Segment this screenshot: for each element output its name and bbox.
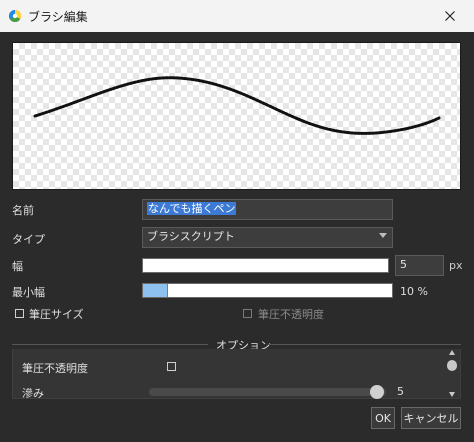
bleed-value: 5 [397, 385, 404, 398]
scroll-down-icon[interactable] [449, 392, 455, 397]
bleed-label: 滲み [22, 387, 44, 400]
type-label: タイプ [12, 233, 45, 246]
ok-button[interactable]: OK [371, 407, 395, 429]
pressure-opacity-checkbox-disabled [243, 309, 252, 318]
scroll-up-icon[interactable] [449, 350, 455, 355]
type-select[interactable]: ブラシスクリプト [142, 227, 393, 248]
min-width-value: 10 % [400, 285, 428, 298]
options-divider-left [12, 344, 208, 345]
width-value: 5 [400, 258, 407, 271]
title-bar: ブラシ編集 [0, 0, 474, 32]
width-unit: px [449, 259, 463, 272]
min-width-label: 最小幅 [12, 286, 45, 299]
chevron-down-icon[interactable] [379, 233, 387, 238]
brush-preview [12, 42, 461, 190]
color-wheel-icon [8, 9, 22, 23]
options-divider-right [268, 344, 461, 345]
option-pressure-opacity-label: 筆圧不透明度 [22, 362, 88, 375]
width-slider[interactable] [142, 258, 389, 273]
width-label: 幅 [12, 260, 23, 273]
pressure-size-checkbox[interactable] [15, 309, 24, 318]
min-width-slider[interactable] [142, 283, 393, 298]
min-width-fill [143, 284, 168, 297]
close-button[interactable] [426, 0, 474, 32]
pressure-size-label[interactable]: 筆圧サイズ [29, 306, 84, 322]
brush-stroke [33, 76, 441, 135]
close-icon [445, 11, 455, 21]
pressure-opacity-label-disabled: 筆圧不透明度 [258, 308, 324, 321]
type-select-value: ブラシスクリプト [147, 230, 235, 243]
name-input-value: なんでも描くペン [147, 202, 237, 215]
width-spinbox[interactable]: 5 [395, 255, 444, 276]
cancel-button[interactable]: キャンセル [401, 407, 461, 429]
name-input[interactable]: なんでも描くペン [142, 199, 393, 220]
option-pressure-opacity-checkbox[interactable] [167, 362, 176, 371]
bleed-slider-track[interactable] [149, 388, 386, 396]
scrollbar-thumb[interactable] [447, 360, 457, 371]
window-title: ブラシ編集 [28, 10, 88, 24]
name-label: 名前 [12, 204, 34, 217]
bleed-slider-thumb[interactable] [369, 385, 384, 399]
